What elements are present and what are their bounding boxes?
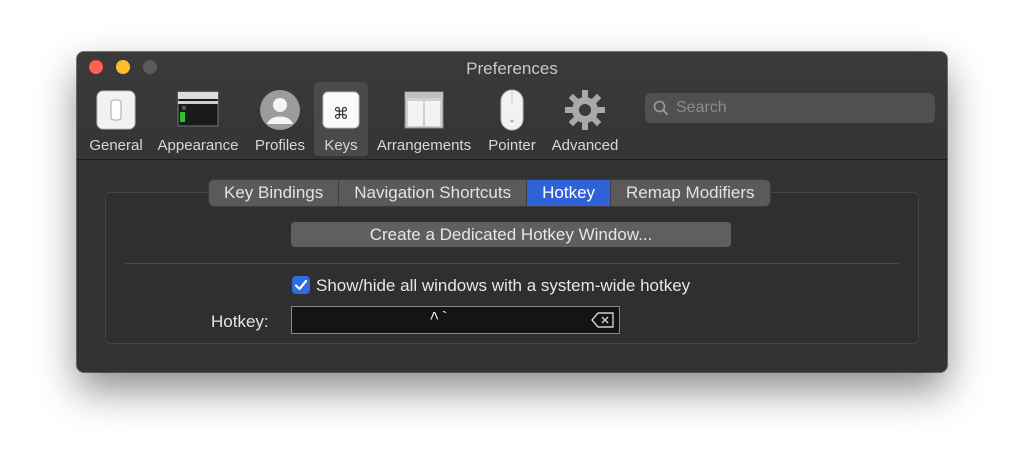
search-placeholder: Search	[676, 99, 727, 116]
toolbar-item-appearance[interactable]: × Appearance	[153, 82, 243, 156]
toolbar-label-keys: Keys	[324, 137, 358, 154]
toolbar-label-appearance: Appearance	[157, 137, 239, 154]
create-dedicated-hotkey-window-button[interactable]: Create a Dedicated Hotkey Window...	[291, 222, 731, 247]
toolbar-item-pointer[interactable]: Pointer	[482, 82, 542, 156]
svg-text:×: ×	[181, 104, 187, 112]
separator	[125, 263, 899, 264]
tab-hotkey[interactable]: Hotkey	[527, 180, 612, 206]
toolbar-item-arrangements[interactable]: Arrangements	[374, 82, 474, 156]
tab-navigation-shortcuts[interactable]: Navigation Shortcuts	[339, 180, 528, 206]
general-switch-icon	[94, 88, 138, 132]
toolbar-label-arrangements: Arrangements	[376, 137, 472, 154]
gear-icon	[563, 88, 607, 132]
arrangements-windows-icon	[402, 88, 446, 132]
toolbar-label-pointer: Pointer	[488, 137, 536, 154]
show-hide-windows-checkbox[interactable]	[292, 276, 310, 294]
hotkey-value: ^`	[429, 310, 450, 329]
command-key-icon: ⌘	[319, 88, 363, 132]
search-input[interactable]: Search	[645, 93, 935, 123]
search-icon	[653, 100, 669, 116]
tab-remap-modifiers[interactable]: Remap Modifiers	[611, 180, 770, 206]
toolbar-item-advanced[interactable]: Advanced	[547, 82, 623, 156]
toolbar-item-keys[interactable]: ⌘ Keys	[314, 82, 368, 156]
svg-text:⌘: ⌘	[333, 104, 349, 123]
tab-key-bindings[interactable]: Key Bindings	[209, 180, 340, 206]
appearance-window-icon: ×	[176, 88, 220, 132]
toolbar-label-general: General	[89, 137, 143, 154]
window-title: Preferences	[466, 59, 558, 78]
toolbar-item-general[interactable]: General	[85, 82, 147, 156]
titlebar-toolbar: Preferences General × Appearance Profile…	[77, 52, 947, 160]
preferences-window: Preferences General × Appearance Profile…	[77, 52, 947, 372]
keys-tab-bar: Key Bindings Navigation Shortcuts Hotkey…	[209, 180, 770, 206]
toolbar-label-advanced: Advanced	[551, 137, 619, 154]
hotkey-recorder-field[interactable]: ^`	[291, 306, 620, 334]
checkmark-icon	[294, 279, 308, 291]
profile-person-icon	[258, 88, 302, 132]
mouse-icon	[490, 88, 534, 132]
clear-hotkey-icon[interactable]	[591, 312, 615, 333]
show-hide-windows-label: Show/hide all windows with a system-wide…	[316, 276, 691, 295]
toolbar-item-profiles[interactable]: Profiles	[249, 82, 311, 156]
toolbar-label-profiles: Profiles	[254, 137, 306, 154]
hotkey-label: Hotkey:	[211, 312, 269, 331]
